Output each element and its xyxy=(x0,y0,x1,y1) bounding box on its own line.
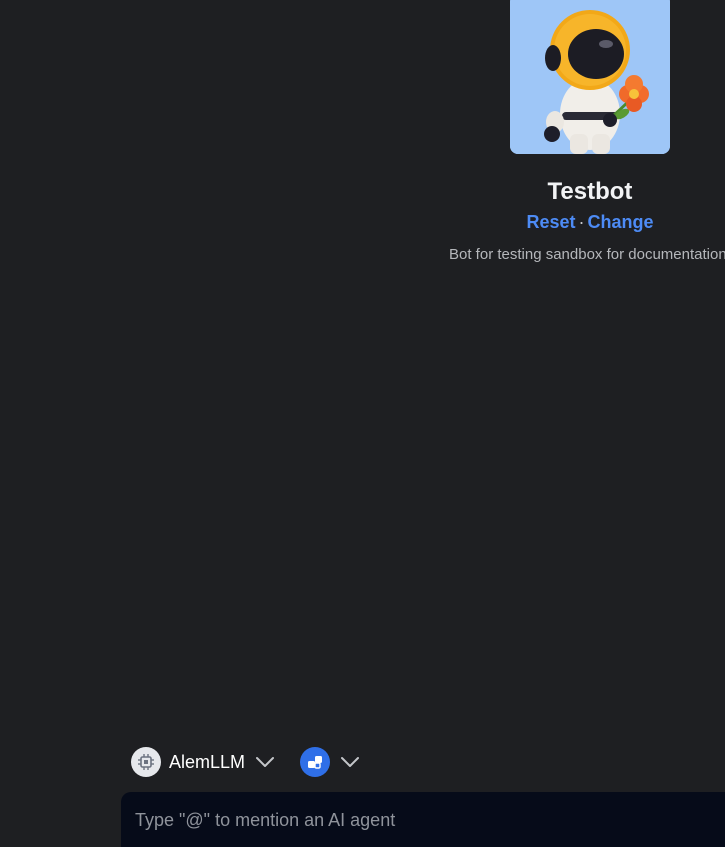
agent-selector[interactable] xyxy=(300,747,360,777)
change-link[interactable]: Change xyxy=(588,212,654,232)
chat-page: Testbot Reset · Change Bot for testing san… xyxy=(0,0,725,847)
model-label: AlemLLM xyxy=(169,751,246,772)
bot-description: Bot for testing sandbox for documentatio… xyxy=(449,246,725,263)
reset-link[interactable]: Reset xyxy=(526,212,575,232)
message-composer xyxy=(121,792,725,847)
agent-blocks-icon xyxy=(300,747,331,777)
astronaut-image xyxy=(510,0,670,154)
message-input[interactable] xyxy=(135,808,715,832)
model-selector[interactable]: AlemLLM xyxy=(131,747,275,777)
chevron-down-icon[interactable] xyxy=(340,756,360,768)
bot-avatar xyxy=(510,0,670,154)
chevron-down-icon[interactable] xyxy=(255,756,275,768)
separator-dot: · xyxy=(578,212,585,232)
bot-name: Testbot xyxy=(547,178,633,205)
bot-actions: Reset · Change xyxy=(490,212,690,233)
composer-selectors: AlemLLM xyxy=(131,747,360,777)
cpu-chip-icon xyxy=(131,747,161,777)
